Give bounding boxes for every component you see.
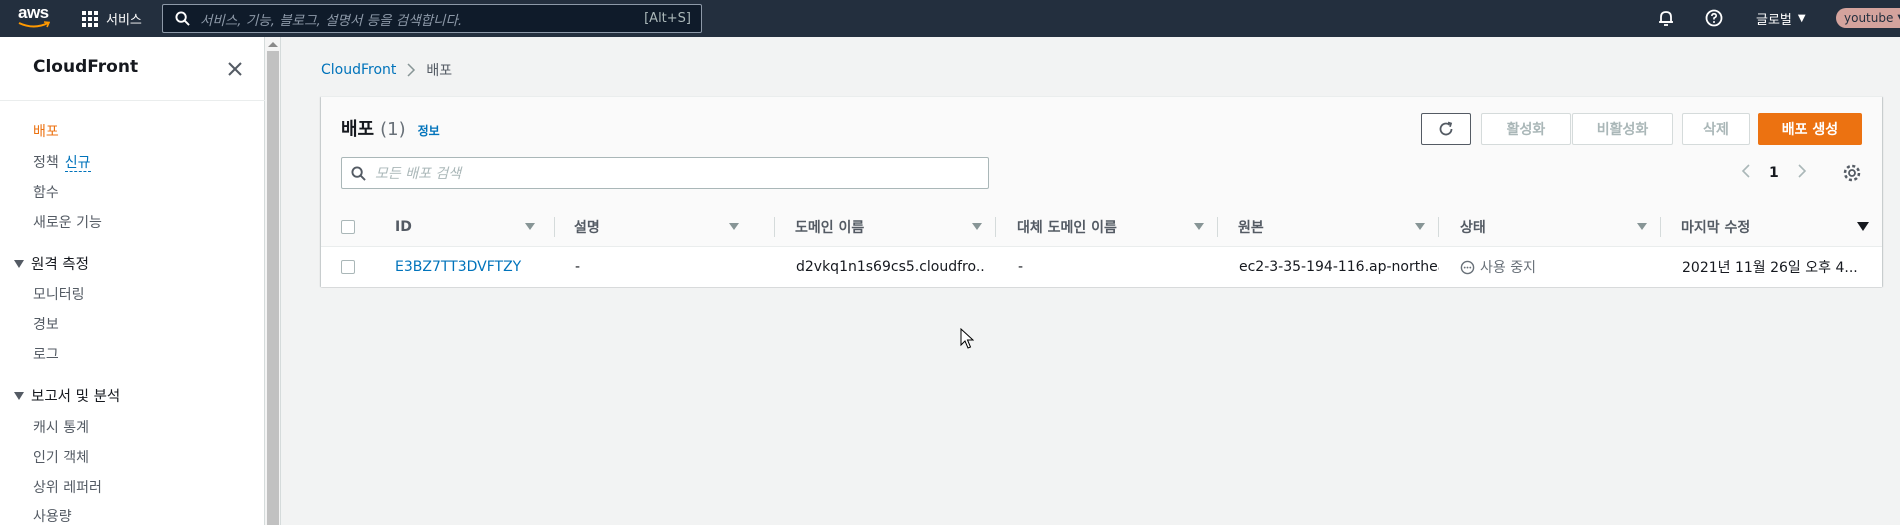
sidebar-section-reports[interactable]: 보고서 및 분석 xyxy=(14,385,120,406)
expand-triangle-icon xyxy=(14,259,24,268)
column-header-alternate-domain[interactable]: 대체 도메인 이름 xyxy=(1017,207,1207,247)
page-number[interactable]: 1 xyxy=(1769,165,1779,181)
sidebar-item-cache-stats[interactable]: 캐시 통계 xyxy=(33,417,89,437)
new-badge: 신규 xyxy=(64,155,91,172)
account-label: youtube xyxy=(1844,11,1894,25)
sidebar-item-functions[interactable]: 함수 xyxy=(33,182,59,202)
refresh-icon xyxy=(1439,121,1453,136)
search-placeholder: 모든 배포 검색 xyxy=(375,166,462,182)
chevron-left-icon[interactable] xyxy=(1741,163,1751,182)
sort-icon xyxy=(972,223,982,230)
cell-status: 사용 중지 xyxy=(1460,247,1650,287)
global-search-input[interactable]: 서비스, 기능, 블로그, 설명서 등을 검색합니다. [Alt+S] xyxy=(162,4,702,33)
pagination: 1 xyxy=(1741,163,1807,182)
scroll-up-arrow-icon[interactable] xyxy=(268,42,278,47)
sort-icon xyxy=(1194,223,1204,230)
panel-header: 배포 (1) 정보 활성화 비활성화 삭제 배포 생성 모든 배포 검색 1 xyxy=(321,97,1882,207)
info-link[interactable]: 정보 xyxy=(418,122,440,139)
column-header-origin[interactable]: 원본 xyxy=(1238,207,1428,247)
services-menu-button[interactable]: 서비스 xyxy=(82,0,142,37)
select-all-checkbox[interactable] xyxy=(341,220,355,234)
breadcrumb-current: 배포 xyxy=(426,63,453,79)
aws-smile-icon xyxy=(18,21,50,28)
account-menu[interactable]: youtube ▼ xyxy=(1836,8,1900,28)
activate-button[interactable]: 활성화 xyxy=(1481,113,1571,145)
column-header-id[interactable]: ID xyxy=(395,207,545,247)
sidebar-item-distributions[interactable]: 배포 xyxy=(33,121,59,141)
distributions-panel: 배포 (1) 정보 활성화 비활성화 삭제 배포 생성 모든 배포 검색 1 I… xyxy=(321,96,1882,287)
cell-alternate-domain: - xyxy=(1018,259,1024,275)
region-selector[interactable]: 글로벌 ▼ xyxy=(1756,0,1806,37)
search-icon xyxy=(351,165,366,181)
sidebar-header: CloudFront xyxy=(0,37,265,101)
status-badge: 사용 중지 xyxy=(1460,257,1536,277)
mouse-cursor-icon xyxy=(960,328,974,349)
column-header-status[interactable]: 상태 xyxy=(1460,207,1650,247)
search-placeholder: 서비스, 기능, 블로그, 설명서 등을 검색합니다. xyxy=(200,12,463,29)
breadcrumb-link-cloudfront[interactable]: CloudFront xyxy=(321,62,396,78)
sidebar-item-monitoring[interactable]: 모니터링 xyxy=(33,284,85,304)
cell-description: - xyxy=(575,259,581,275)
grid-icon xyxy=(82,10,98,27)
column-header-domain-name[interactable]: 도메인 이름 xyxy=(795,207,985,247)
sidebar-item-top-referrers[interactable]: 상위 레퍼러 xyxy=(33,477,102,497)
gear-icon[interactable] xyxy=(1842,163,1862,183)
search-shortcut: [Alt+S] xyxy=(644,11,691,26)
cell-origin: ec2-3-35-194-116.ap-northeast xyxy=(1239,259,1439,275)
sidebar-section-telemetry[interactable]: 원격 측정 xyxy=(14,253,89,274)
sidebar-scrollbar-thumb[interactable] xyxy=(267,51,279,525)
distribution-search-input[interactable]: 모든 배포 검색 xyxy=(341,157,989,189)
sort-descending-icon xyxy=(1857,222,1869,231)
sidebar-item-policies[interactable]: 정책 신규 xyxy=(33,152,91,172)
expand-triangle-icon xyxy=(14,391,24,400)
sidebar-item-whats-new[interactable]: 새로운 기능 xyxy=(33,212,102,232)
sidebar-item-alarms[interactable]: 경보 xyxy=(33,314,59,334)
deactivate-button[interactable]: 비활성화 xyxy=(1572,113,1673,145)
services-label: 서비스 xyxy=(106,13,142,28)
create-distribution-button[interactable]: 배포 생성 xyxy=(1758,113,1862,145)
chevron-right-icon xyxy=(407,63,416,77)
chevron-right-icon[interactable] xyxy=(1797,163,1807,182)
column-header-description[interactable]: 설명 xyxy=(574,207,744,247)
side-navigation: CloudFront 배포 정책 신규 함수 새로운 기능 원격 측정 모니터링 … xyxy=(0,37,265,525)
row-checkbox[interactable] xyxy=(341,260,355,274)
cell-last-modified: 2021년 11월 26일 오후 4... xyxy=(1682,260,1858,276)
sort-icon xyxy=(525,223,535,230)
sidebar-title[interactable]: CloudFront xyxy=(33,57,138,77)
sidebar-item-logs[interactable]: 로그 xyxy=(33,344,59,364)
sidebar-item-popular-objects[interactable]: 인기 객체 xyxy=(33,447,89,467)
sort-icon xyxy=(1415,223,1425,230)
close-icon[interactable] xyxy=(226,60,244,78)
sidebar-item-usage[interactable]: 사용량 xyxy=(33,506,72,525)
refresh-button[interactable] xyxy=(1421,113,1471,145)
aws-logo[interactable]: aws xyxy=(18,4,54,32)
caret-down-icon: ▼ xyxy=(1797,13,1806,24)
distribution-count: (1) xyxy=(380,119,406,140)
search-icon xyxy=(175,11,190,26)
disabled-status-icon xyxy=(1460,260,1475,274)
table-header: ID 설명 도메인 이름 대체 도메인 이름 원본 상태 마지막 수정 xyxy=(321,207,1882,247)
breadcrumb: CloudFront 배포 xyxy=(321,60,452,80)
distribution-id-link[interactable]: E3BZ7TT3DVFTZY xyxy=(395,247,545,287)
help-icon[interactable] xyxy=(1704,8,1724,28)
region-label: 글로벌 xyxy=(1756,13,1792,28)
cell-domain-name: d2vkq1n1s69cs5.cloudfro... xyxy=(796,259,986,275)
top-navigation: aws 서비스 서비스, 기능, 블로그, 설명서 등을 검색합니다. [Alt… xyxy=(0,0,1900,37)
delete-button[interactable]: 삭제 xyxy=(1682,113,1750,145)
sort-icon xyxy=(1637,223,1647,230)
page-title: 배포 (1) 정보 xyxy=(341,119,440,140)
sort-icon xyxy=(729,223,739,230)
notifications-bell-icon[interactable] xyxy=(1656,8,1676,28)
column-header-last-modified[interactable]: 마지막 수정 xyxy=(1681,207,1871,247)
table-row[interactable]: E3BZ7TT3DVFTZY - d2vkq1n1s69cs5.cloudfro… xyxy=(321,247,1882,287)
